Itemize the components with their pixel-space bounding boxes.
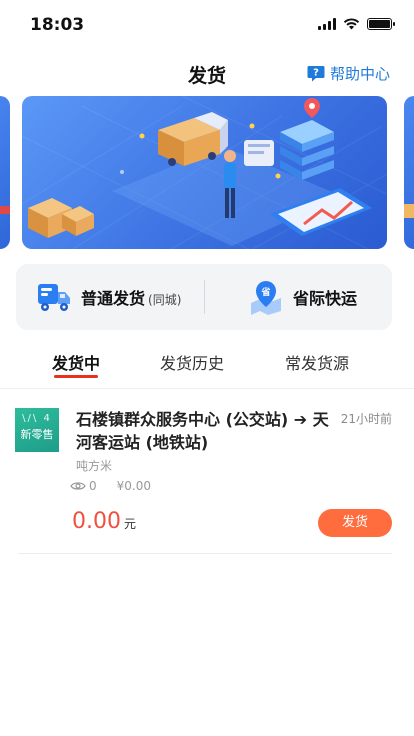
- svg-text:省: 省: [260, 286, 270, 298]
- truck-icon: [38, 284, 70, 311]
- info-fee: ¥0.00: [116, 479, 151, 493]
- route-text: 石楼镇群众服务中心 (公交站) ➔ 天河客运站 (地铁站): [76, 410, 329, 452]
- cargo-unit: 吨方米: [76, 459, 113, 473]
- question-chat-icon: ?: [307, 66, 325, 82]
- tab-frequent-sources[interactable]: 常发货源: [285, 350, 349, 374]
- help-center-label: 帮助中心: [329, 65, 390, 83]
- price-value: 0.00: [72, 509, 121, 534]
- eye-icon: [70, 482, 86, 490]
- time-ago: 21小时前: [340, 412, 392, 426]
- price-unit: 元: [123, 517, 136, 531]
- svg-text:?: ?: [313, 68, 319, 79]
- view-count: 0: [89, 479, 97, 493]
- logistics-illustration: [22, 96, 387, 249]
- normal-shipping-option[interactable]: 普通发货 (同城): [36, 264, 181, 330]
- item-divider: [18, 553, 392, 554]
- wifi-icon: [343, 18, 360, 30]
- provincial-express-label: 省际快运: [293, 289, 358, 308]
- tab-shipping[interactable]: 发货中: [52, 350, 100, 378]
- status-icons: [318, 18, 395, 30]
- tab-history[interactable]: 发货历史: [160, 350, 224, 374]
- shipping-options: 普通发货 (同城) 省 省际快运: [16, 264, 392, 330]
- banner-next-slide[interactable]: [404, 96, 414, 249]
- normal-shipping-sub: (同城): [148, 293, 182, 307]
- active-tab-indicator: [54, 375, 99, 378]
- banner-carousel[interactable]: [0, 96, 414, 249]
- tab-bar: 发货中 发货历史 常发货源: [0, 340, 414, 386]
- banner-prev-slide[interactable]: [0, 96, 10, 249]
- nav-bar: 发货 ? 帮助中心: [0, 50, 414, 96]
- option-divider: [204, 280, 205, 314]
- help-center-link[interactable]: ? 帮助中心: [307, 63, 390, 84]
- cellular-signal-icon: [318, 18, 336, 30]
- item-meta: 0 ¥0.00: [70, 479, 151, 493]
- shipper-logo: \/\ 4 新零售: [15, 408, 59, 452]
- banner-slide[interactable]: [22, 96, 387, 249]
- price: 0.00 元: [72, 509, 136, 534]
- normal-shipping-label: 普通发货 (同城): [81, 289, 182, 308]
- list-item[interactable]: \/\ 4 新零售 石楼镇群众服务中心 (公交站) ➔ 天河客运站 (地铁站) …: [0, 390, 414, 554]
- status-bar: 18:03: [0, 0, 414, 50]
- province-map-pin-icon: 省: [251, 281, 281, 315]
- tabs-divider: [0, 388, 414, 389]
- provincial-express-option[interactable]: 省 省际快运: [248, 264, 357, 330]
- battery-icon: [367, 18, 395, 30]
- logo-mark: \/\ 4: [22, 413, 52, 424]
- status-time: 18:03: [30, 15, 85, 35]
- logo-text: 新零售: [20, 428, 54, 441]
- ship-button[interactable]: 发货: [318, 509, 392, 537]
